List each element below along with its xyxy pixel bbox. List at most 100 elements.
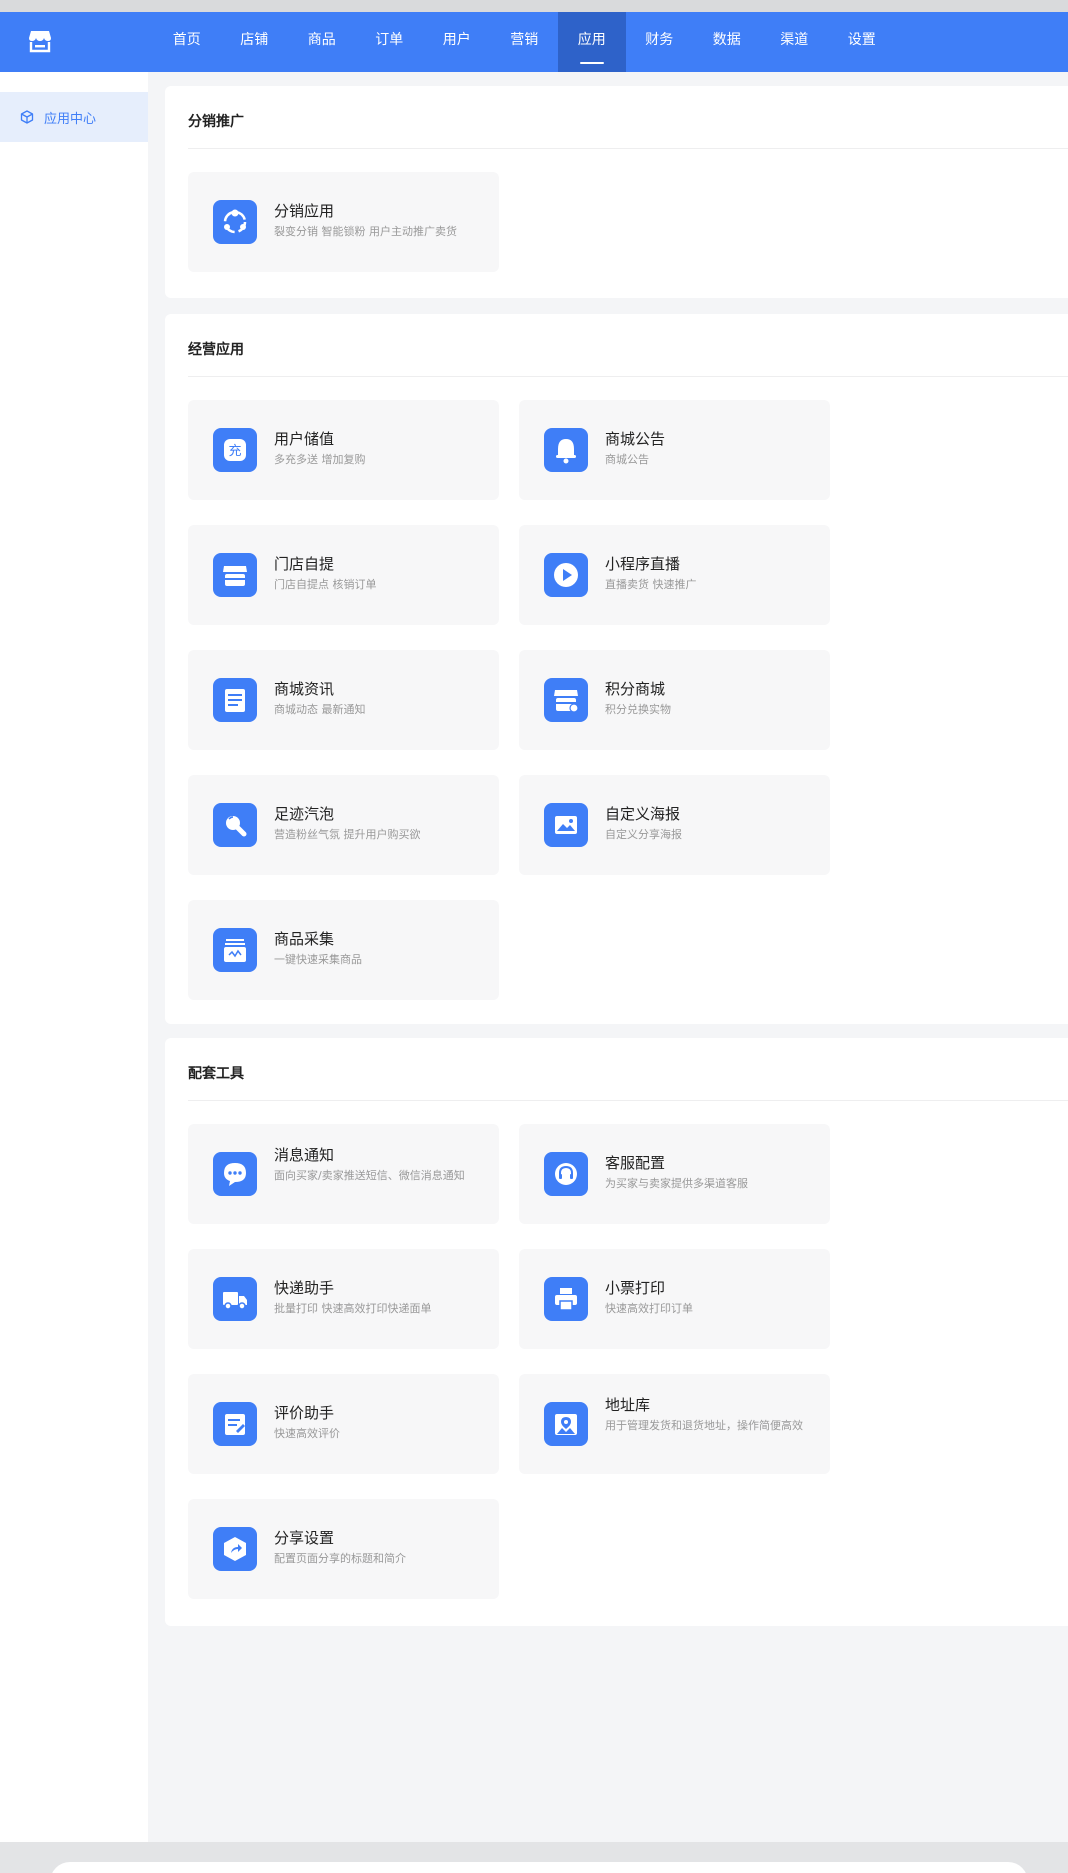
- app-card-poster[interactable]: 自定义海报 自定义分享海报: [519, 775, 830, 875]
- app-name: 分享设置: [274, 1529, 335, 1547]
- nav-channels[interactable]: 渠道: [761, 12, 829, 72]
- app-card-message[interactable]: 消息通知 面向买家/卖家推送短信、微信消息通知: [188, 1124, 499, 1224]
- app-name: 商城公告: [605, 430, 666, 448]
- app-desc: 商城动态 最新通知: [274, 703, 366, 716]
- nav-data[interactable]: 数据: [693, 12, 761, 72]
- app-card-live[interactable]: 小程序直播 直播卖货 快速推广: [519, 525, 830, 625]
- truck-icon: [213, 1277, 257, 1321]
- recharge-icon: 充: [213, 428, 257, 472]
- sidebar: 应用中心: [0, 72, 148, 1842]
- nav-apps[interactable]: 应用: [558, 12, 626, 72]
- app-card-express[interactable]: 快递助手 批量打印 快速高效打印快递面单: [188, 1249, 499, 1349]
- app-card-news[interactable]: 商城资讯 商城动态 最新通知: [188, 650, 499, 750]
- store-logo-icon[interactable]: [27, 28, 53, 54]
- app-name: 用户储值: [274, 430, 335, 448]
- nav-settings[interactable]: 设置: [828, 12, 896, 72]
- app-name: 商城资讯: [274, 680, 335, 698]
- app-desc: 面向买家/卖家推送短信、微信消息通知: [274, 1169, 465, 1182]
- address-icon: [544, 1402, 588, 1446]
- app-card-bubble[interactable]: 足迹汽泡 营造粉丝气氛 提升用户购买欲: [188, 775, 499, 875]
- app-card-review[interactable]: 评价助手 快速高效评价: [188, 1374, 499, 1474]
- app-name: 客服配置: [605, 1154, 666, 1172]
- app-card-share[interactable]: 分享设置 配置页面分享的标题和简介: [188, 1499, 499, 1599]
- bottom-bar: [0, 1842, 1068, 1873]
- section-distribution: 分销推广 分销应用 裂变分销 智能锁粉 用户主动推广卖货: [165, 86, 1068, 298]
- bell-icon: [544, 428, 588, 472]
- image-icon: [544, 803, 588, 847]
- sidebar-item-app-center[interactable]: 应用中心: [0, 92, 148, 142]
- app-desc: 一键快速采集商品: [274, 953, 362, 966]
- window-top-strip: [0, 0, 1068, 12]
- app-name: 地址库: [605, 1396, 651, 1414]
- app-desc: 自定义分享海报: [605, 828, 682, 841]
- bubble-icon: [213, 803, 257, 847]
- app-card-points-store[interactable]: 积分商城 积分兑换实物: [519, 650, 830, 750]
- play-icon: [544, 553, 588, 597]
- printer-icon: [544, 1277, 588, 1321]
- divider: [188, 148, 1068, 149]
- top-navbar: 首页 店铺 商品 订单 用户 营销 应用 财务 数据 渠道 设置: [0, 12, 1068, 72]
- app-desc: 商城公告: [605, 453, 649, 466]
- app-desc: 裂变分销 智能锁粉 用户主动推广卖货: [274, 225, 457, 238]
- review-icon: [213, 1402, 257, 1446]
- nav-orders[interactable]: 订单: [356, 12, 424, 72]
- app-name: 积分商城: [605, 680, 666, 698]
- app-desc: 为买家与卖家提供多渠道客服: [605, 1177, 748, 1190]
- app-card-collect[interactable]: 商品采集 一键快速采集商品: [188, 900, 499, 1000]
- section-title: 分销推广: [188, 114, 244, 130]
- store-icon: [213, 553, 257, 597]
- share-icon: [213, 1527, 257, 1571]
- nav-home[interactable]: 首页: [153, 12, 221, 72]
- nav-users[interactable]: 用户: [423, 12, 491, 72]
- main-content: 分销推广 分销应用 裂变分销 智能锁粉 用户主动推广卖货 经营应用 充 用户储值…: [148, 72, 1068, 1842]
- app-desc: 积分兑换实物: [605, 703, 671, 716]
- distribution-icon: [213, 200, 257, 244]
- divider: [188, 1100, 1068, 1101]
- app-desc: 配置页面分享的标题和简介: [274, 1552, 406, 1565]
- app-card-service[interactable]: 客服配置 为买家与卖家提供多渠道客服: [519, 1124, 830, 1224]
- bottom-pill: [50, 1862, 1028, 1873]
- section-tools: 配套工具 消息通知 面向买家/卖家推送短信、微信消息通知 客服配置 为买家与卖家…: [165, 1038, 1068, 1626]
- points-store-icon: [544, 678, 588, 722]
- app-name: 小程序直播: [605, 555, 681, 573]
- app-card-distribution[interactable]: 分销应用 裂变分销 智能锁粉 用户主动推广卖货: [188, 172, 499, 272]
- cube-icon: [20, 110, 34, 124]
- app-card-announcement[interactable]: 商城公告 商城公告: [519, 400, 830, 500]
- app-desc: 营造粉丝气氛 提升用户购买欲: [274, 828, 421, 841]
- app-name: 门店自提: [274, 555, 335, 573]
- section-business-apps: 经营应用 充 用户储值 多充多送 增加复购 商城公告 商城公告 门店自提 门店自…: [165, 314, 1068, 1024]
- message-icon: [213, 1152, 257, 1196]
- app-desc: 门店自提点 核销订单: [274, 578, 377, 591]
- app-name: 足迹汽泡: [274, 805, 335, 823]
- app-name: 评价助手: [274, 1404, 335, 1422]
- svg-text:充: 充: [228, 443, 241, 459]
- main-menu: 首页 店铺 商品 订单 用户 营销 应用 财务 数据 渠道 设置: [153, 12, 896, 72]
- app-desc: 批量打印 快速高效打印快递面单: [274, 1302, 432, 1315]
- app-name: 小票打印: [605, 1279, 666, 1297]
- app-name: 消息通知: [274, 1146, 335, 1164]
- app-desc: 快速高效打印订单: [605, 1302, 693, 1315]
- app-card-receipt-print[interactable]: 小票打印 快速高效打印订单: [519, 1249, 830, 1349]
- app-name: 快递助手: [274, 1279, 335, 1297]
- collect-icon: [213, 928, 257, 972]
- app-card-recharge[interactable]: 充 用户储值 多充多送 增加复购: [188, 400, 499, 500]
- app-desc: 用于管理发货和退货地址，操作简便高效: [605, 1419, 803, 1432]
- app-name: 自定义海报: [605, 805, 681, 823]
- section-title: 经营应用: [188, 342, 244, 358]
- section-title: 配套工具: [188, 1066, 244, 1082]
- nav-marketing[interactable]: 营销: [491, 12, 559, 72]
- app-desc: 多充多送 增加复购: [274, 453, 366, 466]
- news-icon: [213, 678, 257, 722]
- app-card-store-pickup[interactable]: 门店自提 门店自提点 核销订单: [188, 525, 499, 625]
- headset-icon: [544, 1152, 588, 1196]
- nav-finance[interactable]: 财务: [626, 12, 694, 72]
- nav-shop[interactable]: 店铺: [221, 12, 289, 72]
- app-desc: 直播卖货 快速推广: [605, 578, 697, 591]
- divider: [188, 376, 1068, 377]
- app-desc: 快速高效评价: [274, 1427, 340, 1440]
- sidebar-item-label: 应用中心: [44, 111, 97, 127]
- app-name: 商品采集: [274, 930, 335, 948]
- app-name: 分销应用: [274, 202, 335, 220]
- app-card-address[interactable]: 地址库 用于管理发货和退货地址，操作简便高效: [519, 1374, 830, 1474]
- nav-goods[interactable]: 商品: [288, 12, 356, 72]
